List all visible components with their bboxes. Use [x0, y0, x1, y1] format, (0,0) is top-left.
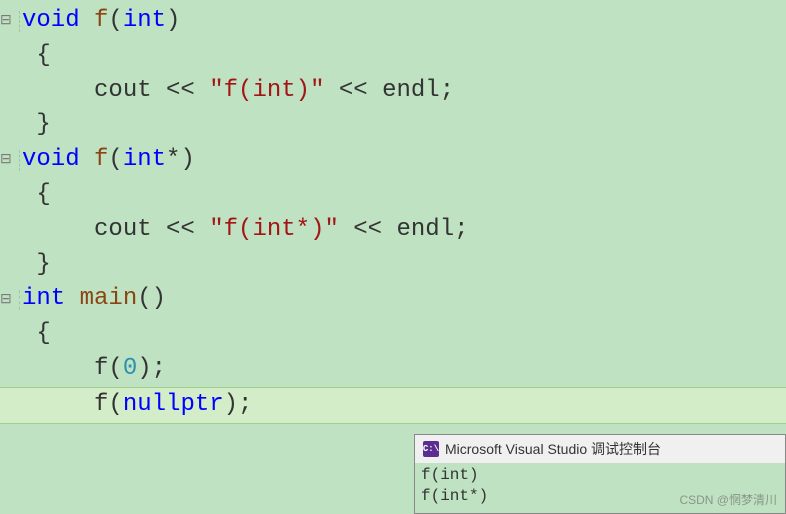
- code-content[interactable]: void f(int): [20, 4, 180, 39]
- code-content[interactable]: {: [20, 178, 51, 213]
- code-line[interactable]: cout << "f(int*)" << endl;: [0, 213, 786, 248]
- code-content[interactable]: {: [20, 317, 51, 352]
- code-line[interactable]: f(0);: [0, 352, 786, 387]
- code-line[interactable]: f(nullptr);: [0, 387, 786, 424]
- code-content[interactable]: f(0);: [20, 352, 166, 387]
- code-line[interactable]: ⊟int main(): [0, 282, 786, 317]
- console-line: f(int): [421, 465, 779, 486]
- code-line[interactable]: {: [0, 178, 786, 213]
- code-content[interactable]: void f(int*): [20, 143, 195, 178]
- debug-console-window: C:\ Microsoft Visual Studio 调试控制台 f(int)…: [414, 434, 786, 514]
- code-editor[interactable]: ⊟void f(int) { cout << "f(int)" << endl;…: [0, 0, 786, 428]
- code-content[interactable]: {: [20, 39, 51, 74]
- code-line[interactable]: {: [0, 317, 786, 352]
- code-line[interactable]: ⊟void f(int): [0, 4, 786, 39]
- fold-gutter[interactable]: ⊟: [0, 150, 20, 170]
- console-titlebar[interactable]: C:\ Microsoft Visual Studio 调试控制台: [415, 435, 785, 463]
- code-content[interactable]: cout << "f(int*)" << endl;: [20, 213, 469, 248]
- console-title-text: Microsoft Visual Studio 调试控制台: [445, 439, 661, 459]
- console-icon: C:\: [423, 441, 439, 457]
- code-content[interactable]: int main(): [20, 282, 166, 317]
- code-line[interactable]: ⊟void f(int*): [0, 143, 786, 178]
- code-line[interactable]: cout << "f(int)" << endl;: [0, 74, 786, 109]
- console-output[interactable]: f(int) f(int*) CSDN @惘梦清川: [415, 463, 785, 513]
- code-content[interactable]: }: [20, 248, 51, 283]
- watermark-text: CSDN @惘梦清川: [679, 493, 777, 509]
- code-line[interactable]: }: [0, 248, 786, 283]
- fold-gutter[interactable]: ⊟: [0, 290, 20, 310]
- code-content[interactable]: f(nullptr);: [20, 388, 252, 423]
- code-line[interactable]: }: [0, 108, 786, 143]
- code-content[interactable]: cout << "f(int)" << endl;: [20, 74, 454, 109]
- fold-gutter[interactable]: ⊟: [0, 11, 20, 31]
- code-line[interactable]: {: [0, 39, 786, 74]
- code-content[interactable]: }: [20, 108, 51, 143]
